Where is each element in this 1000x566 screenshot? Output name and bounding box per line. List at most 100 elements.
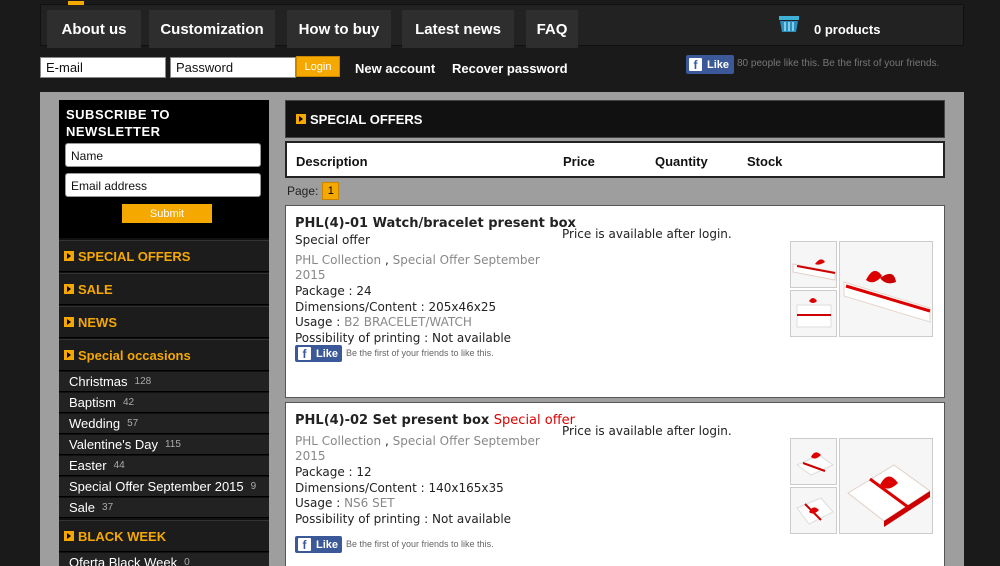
product-thumbnail[interactable] [790,487,837,534]
nav-how-to-buy[interactable]: How to buy [287,10,391,48]
nav-faq[interactable]: FAQ [526,10,578,48]
sidebar-special-offers[interactable]: SPECIAL OFFERS [59,240,269,272]
usage-label: Usage : [295,315,345,329]
facebook-like-button[interactable]: f Like [686,55,734,74]
cart-count[interactable]: 0 products [814,22,880,37]
arrow-icon [64,284,74,294]
gift-box-image [840,439,932,533]
main-panel: SUBSCRIBE TO NEWSLETTER Name Email addre… [40,92,964,566]
newsletter-name-input[interactable]: Name [65,143,261,167]
column-stock[interactable]: Stock [747,154,782,169]
newsletter-title-line1: SUBSCRIBE TO [66,107,170,122]
usage-link[interactable]: NS6 SET [344,496,395,510]
new-account-link[interactable]: New account [355,61,435,76]
product-usage: Usage : B2 BRACELET/WATCH [295,315,472,329]
product-package: Package : 24 [295,284,372,298]
product-thumbnail[interactable] [790,241,837,288]
gift-box-image [840,242,932,336]
facebook-icon: f [298,538,311,552]
facebook-like-label: Like [316,347,339,360]
product-row: PHL(4)-02 Set present box Special offer … [285,402,945,566]
column-quantity[interactable]: Quantity [655,154,708,169]
facebook-like-label: Like [707,58,730,71]
sidebar-item-valentines-day[interactable]: Valentine's Day 115 [59,435,269,455]
sidebar-item-christmas[interactable]: Christmas 128 [59,372,269,392]
column-price[interactable]: Price [563,154,595,169]
product-thumbnail[interactable] [790,290,837,337]
arrow-icon [64,531,74,541]
facebook-icon: f [298,347,311,361]
offer-link-year[interactable]: 2015 [295,449,326,463]
email-input[interactable]: E-mail [40,57,166,78]
sidebar-item-label: Wedding [69,416,121,431]
facebook-like-button[interactable]: f Like [295,536,342,553]
page-number-button[interactable]: 1 [322,182,340,200]
sidebar-item-count: 128 [134,376,152,387]
offer-link[interactable]: Special Offer September [393,434,540,448]
sidebar-news[interactable]: NEWS [59,306,269,338]
sidebar-sale[interactable]: SALE [59,273,269,305]
newsletter-title: SUBSCRIBE TO NEWSLETTER [66,106,170,140]
collection-link[interactable]: PHL Collection [295,253,381,267]
arrow-icon [296,114,306,124]
product-collection-line: PHL Collection , Special Offer September [295,253,540,267]
newsletter-email-input[interactable]: Email address [65,173,261,197]
recover-password-link[interactable]: Recover password [452,61,568,76]
collection-separator: , [384,253,389,267]
sidebar-special-occasions-label: Special occasions [78,347,191,363]
product-thumbnail[interactable] [790,438,837,485]
offer-link-year[interactable]: 2015 [295,268,326,282]
sidebar-item-label: Easter [69,458,107,473]
top-navigation: About us Customization How to buy Latest… [40,1,964,48]
sidebar-item-label: Special Offer September 2015 [69,479,244,494]
arrow-icon [64,251,74,261]
sidebar-item-sale[interactable]: Sale 37 [59,498,269,518]
login-button[interactable]: Login [296,56,340,77]
nav-customization[interactable]: Customization [149,10,275,48]
sidebar-item-wedding[interactable]: Wedding 57 [59,414,269,434]
product-package: Package : 12 [295,465,372,479]
sidebar-item-baptism[interactable]: Baptism 42 [59,393,269,413]
sidebar-item-oferta-black-week[interactable]: Oferta Black Week 0 [59,553,269,566]
product-title[interactable]: PHL(4)-01 Watch/bracelet present box [295,216,576,231]
product-main-image[interactable] [839,241,933,337]
arrow-icon [64,317,74,327]
sidebar-special-occasions[interactable]: Special occasions [59,339,269,371]
sidebar-black-week[interactable]: BLACK WEEK [59,520,269,552]
login-bar: E-mail Password Login New account Recove… [40,55,964,79]
offer-link[interactable]: Special Offer September [393,253,540,267]
basket-icon[interactable] [778,15,800,33]
product-printing: Possibility of printing : Not available [295,331,512,345]
gift-box-image [791,488,836,533]
password-input[interactable]: Password [170,57,296,78]
arrow-icon [64,350,74,360]
nav-about-us[interactable]: About us [47,10,141,48]
newsletter-submit-button[interactable]: Submit [122,204,212,223]
pagination: Page: 1 [287,182,340,200]
gift-box-image [791,242,836,287]
facebook-like-text: Be the first of your friends to like thi… [346,348,494,358]
product-title[interactable]: PHL(4)-02 Set present box Special offer [295,413,575,428]
newsletter-box: SUBSCRIBE TO NEWSLETTER Name Email addre… [59,100,269,238]
facebook-like-button[interactable]: f Like [295,345,342,362]
sidebar-item-count: 0 [184,557,190,566]
collection-separator: , [384,434,389,448]
usage-link[interactable]: B2 BRACELET/WATCH [344,315,472,329]
sidebar-sale-label: SALE [78,281,113,297]
product-dimensions: Dimensions/Content : 140x165x35 [295,481,504,495]
sidebar-item-easter[interactable]: Easter 44 [59,456,269,476]
product-main-image[interactable] [839,438,933,534]
nav-latest-news[interactable]: Latest news [402,10,514,48]
sidebar-item-count: 44 [113,460,125,471]
product-usage: Usage : NS6 SET [295,496,395,510]
product-title-text: PHL(4)-02 Set present box [295,413,490,428]
column-description[interactable]: Description [296,154,368,169]
usage-label: Usage : [295,496,345,510]
sidebar: SUBSCRIBE TO NEWSLETTER Name Email addre… [59,100,269,566]
sidebar-item-special-offer-september-2015[interactable]: Special Offer September 2015 9 [59,477,269,497]
column-headers: Description Price Quantity Stock [285,141,945,178]
nav-accent [68,1,84,5]
collection-link[interactable]: PHL Collection [295,434,381,448]
sidebar-item-count: 9 [250,481,257,492]
sidebar-special-offers-label: SPECIAL OFFERS [78,248,191,264]
